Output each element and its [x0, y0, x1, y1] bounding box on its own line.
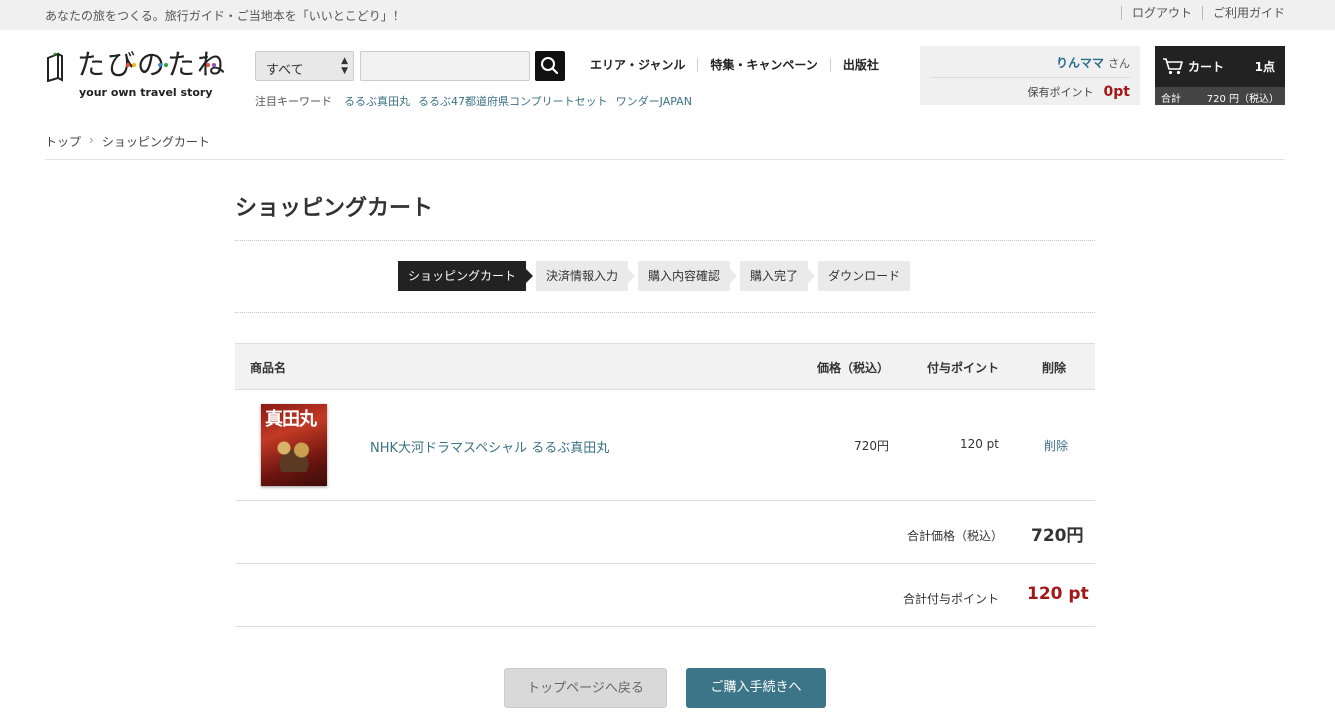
search-button[interactable]: [535, 51, 565, 81]
top-bar: あなたの旅をつくる。旅行ガイド・ご当地本を「いいとこどり」！ ログアウト ご利用…: [0, 0, 1335, 30]
delete-link[interactable]: 削除: [1044, 437, 1068, 454]
total-points-row: 合計付与ポイント 120 pt: [235, 564, 1095, 627]
select-arrows-icon: ▲ ▼: [341, 56, 348, 76]
cart-summary-button[interactable]: カート 1点 合計 720 円（税込）: [1155, 46, 1285, 105]
breadcrumb-current: ショッピングカート: [101, 135, 210, 149]
cart-label: カート: [1188, 60, 1225, 74]
header-product-name: 商品名: [250, 361, 287, 375]
back-to-top-button[interactable]: トップページへ戻る: [504, 668, 667, 708]
user-points: 保有ポイント 0pt: [1028, 84, 1130, 100]
nav-area-genre[interactable]: エリア・ジャンル: [590, 58, 697, 72]
product-cover-image[interactable]: 真田丸: [261, 404, 327, 486]
step-download: ダウンロード: [818, 261, 911, 291]
total-price-value: 720円: [1031, 526, 1084, 546]
user-greeting: りんママ さん: [1056, 54, 1130, 71]
step-complete: 購入完了: [740, 261, 816, 291]
cart-total-value: 720 円（税込）: [1206, 94, 1279, 105]
book-icon: [47, 52, 63, 82]
cart-total-bar: 合計 720 円（税込）: [1155, 87, 1285, 105]
points-value: 0pt: [1103, 84, 1130, 100]
product-name-link[interactable]: NHK大河ドラマスペシャル るるぶ真田丸: [370, 437, 609, 456]
proceed-to-purchase-button[interactable]: ご購入手続きへ: [686, 668, 826, 708]
keyword-link[interactable]: ワンダーJAPAN: [616, 93, 692, 109]
cart-total-label: 合計: [1161, 94, 1181, 105]
breadcrumb: トップ › ショッピングカート: [45, 133, 210, 150]
cover-title: 真田丸: [265, 409, 317, 430]
cart-icon: [1163, 58, 1183, 75]
cover-artwork: [269, 432, 319, 472]
top-links: ログアウト ご利用ガイド: [1120, 6, 1285, 20]
header-points: 付与ポイント: [927, 361, 1000, 375]
logo-color-dots: [126, 63, 216, 67]
site-logo[interactable]: たびのたね your own travel story: [45, 48, 235, 102]
checkout-steps: ショッピングカート 決済情報入力 購入内容確認 購入完了 ダウンロード: [398, 261, 911, 291]
cart-count: 1点: [1254, 60, 1275, 74]
nav-publisher[interactable]: 出版社: [829, 58, 891, 72]
keywords-label: 注目キーワード: [255, 95, 332, 108]
divider: [235, 312, 1095, 313]
divider: [45, 159, 1285, 160]
keyword-link[interactable]: るるぶ47都道府県コンプリートセット: [418, 93, 608, 109]
featured-keywords: 注目キーワード るるぶ真田丸 るるぶ47都道府県コンプリートセット ワンダーJA…: [255, 93, 692, 109]
page-title: ショッピングカート: [235, 196, 434, 221]
table-row: 真田丸 NHK大河ドラマスペシャル るるぶ真田丸 720円 120 pt 削除: [235, 390, 1095, 501]
site-tagline: あなたの旅をつくる。旅行ガイド・ご当地本を「いいとこどり」！: [45, 9, 405, 23]
search-input[interactable]: [360, 51, 530, 81]
total-price-label: 合計価格（税込）: [907, 529, 1004, 543]
logo-subtitle: your own travel story: [79, 86, 213, 99]
header-delete: 削除: [1042, 361, 1067, 375]
category-select[interactable]: すべて ▲ ▼: [255, 51, 354, 81]
product-price: 720円: [854, 439, 889, 453]
total-points-value: 120 pt: [1027, 584, 1089, 604]
keyword-link[interactable]: るるぶ真田丸: [344, 93, 410, 109]
divider: [235, 240, 1095, 241]
user-guide-link[interactable]: ご利用ガイド: [1201, 6, 1285, 20]
product-points: 120 pt: [959, 437, 999, 451]
user-honorific: さん: [1108, 57, 1130, 70]
header-price: 価格（税込）: [817, 361, 890, 375]
points-label: 保有ポイント: [1027, 86, 1094, 99]
step-payment-info: 決済情報入力: [536, 261, 636, 291]
user-name[interactable]: りんママ: [1056, 56, 1104, 70]
breadcrumb-top[interactable]: トップ: [45, 133, 81, 150]
main-nav: エリア・ジャンル 特集・キャンペーン 出版社: [590, 58, 891, 72]
total-price-row: 合計価格（税込） 720円: [235, 501, 1095, 564]
search-icon: [541, 57, 559, 75]
user-info-box: りんママ さん 保有ポイント 0pt: [920, 46, 1140, 105]
cart-table-header: 商品名 価格（税込） 付与ポイント 削除: [235, 343, 1095, 390]
nav-feature-campaign[interactable]: 特集・キャンペーン: [697, 58, 829, 72]
total-points-label: 合計付与ポイント: [903, 592, 1000, 606]
divider: [930, 77, 1130, 78]
step-shopping-cart: ショッピングカート: [398, 261, 534, 291]
category-select-value: すべて: [266, 63, 304, 78]
logout-link[interactable]: ログアウト: [1120, 6, 1202, 20]
chevron-right-icon: ›: [89, 133, 94, 147]
step-confirm: 購入内容確認: [638, 261, 738, 291]
